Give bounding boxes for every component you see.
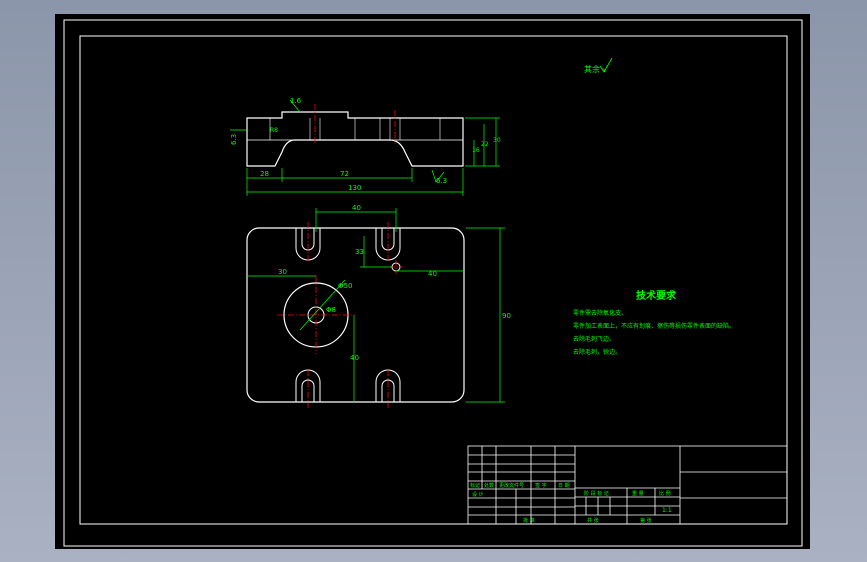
dim-center-x: 30 [278,268,287,276]
dim-lower-y: 40 [350,354,359,362]
dim-chamfer: R8 [270,127,278,134]
dim-right-mid: 22 [481,141,489,148]
tech-req-line: 去除毛刺飞边。 [573,335,615,343]
dim-slot-depth: 33 [355,248,364,256]
dim-slot-spacing: 40 [352,204,361,212]
dim-hole-offset-x: 40 [428,270,437,278]
tb-label: 标记 [470,482,480,489]
tb-approve: 批 准 [523,517,535,524]
dim-height: 90 [502,312,511,320]
dim-roughness-right: 6.3 [436,177,447,185]
tech-req-line: 去除毛刺，锐边。 [573,348,621,356]
cad-viewport: 其余 √ 1.6 6.3 28 72 130 16 22 30 6.3 R8 4… [0,0,867,562]
dim-right-outer: 30 [493,137,501,144]
dim-bottom-left: 28 [260,170,269,178]
tech-req-title: 技术要求 [636,289,677,302]
tb-sheet-total: 共 张 [587,517,599,524]
tb-design: 设 计 [472,491,484,498]
tech-req-line: 零件需去除氧化皮。 [573,309,627,317]
tb-scale-label: 比 例 [659,490,671,497]
dim-top-left: 1.6 [290,97,302,105]
tb-weight-label: 重 量 [632,490,644,497]
dim-hole-dia: Φ8 [326,306,336,314]
dim-bottom-mid: 72 [340,170,349,178]
dim-total-width: 130 [348,184,361,192]
roughness-note: 其余 √ [584,64,609,74]
tb-label: 日 期 [558,483,570,489]
drawing-background [55,14,810,549]
dim-left: 6.3 [230,134,238,145]
drawing-sheet: 其余 √ 1.6 6.3 28 72 130 16 22 30 6.3 R8 4… [55,14,810,549]
dim-bore-dia: Φ50 [338,282,352,290]
tb-stage-label: 阶 段 标 记 [584,490,609,497]
dim-right-inner: 16 [472,147,480,154]
tb-label: 更改文件号 [499,482,524,489]
tb-label: 签 字 [535,482,547,489]
tb-sheet-no: 第 张 [640,517,652,524]
tb-label: 处数 [484,482,494,489]
tb-scale-value: 1:1 [662,507,672,514]
tech-req-line: 零件加工表面上，不应有划痕、擦伤等损伤零件表面的缺陷。 [573,322,735,330]
